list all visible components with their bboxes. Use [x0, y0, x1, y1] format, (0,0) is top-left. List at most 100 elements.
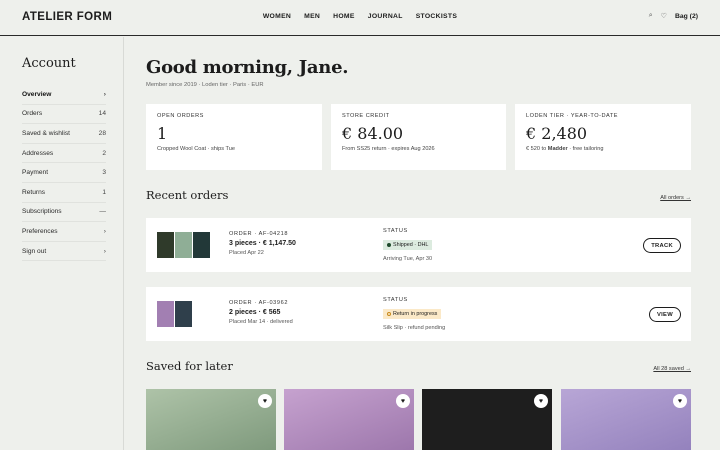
- sidebar-item-label: Preferences: [22, 227, 58, 235]
- status-badge: Return in progress: [383, 309, 442, 319]
- saved-item-tile[interactable]: ♥: [146, 389, 276, 450]
- track-button[interactable]: TRACK: [643, 238, 681, 253]
- sidebar-item-returns[interactable]: Returns 1: [22, 183, 106, 203]
- chevron-right-icon: ›: [103, 247, 106, 255]
- order-status: STATUS Return in progress Silk Slip · re…: [383, 297, 445, 331]
- nav-home[interactable]: HOME: [333, 13, 355, 20]
- order-summary: 3 pieces · € 1,147.50: [229, 240, 296, 247]
- sidebar-item-label: Overview: [22, 90, 52, 98]
- sidebar-item-addresses[interactable]: Addresses 2: [22, 144, 106, 164]
- status-label: STATUS: [383, 297, 408, 303]
- sidebar-item-label: Subscriptions: [22, 208, 62, 216]
- sidebar-item-label: Payment: [22, 169, 49, 177]
- search-icon[interactable]: ⌕: [649, 12, 653, 20]
- product-thumbnail: [175, 301, 192, 327]
- note-text: € 520 to: [526, 146, 548, 152]
- nav-stockists[interactable]: STOCKISTS: [416, 13, 457, 20]
- all-saved-link[interactable]: All 28 saved →: [653, 366, 691, 372]
- header-actions: ⌕ ♡ Bag (2): [649, 12, 698, 20]
- sidebar-item-count: 2: [102, 149, 106, 157]
- bag-link[interactable]: Bag (2): [675, 13, 698, 20]
- status-badge: Shipped · DHL: [383, 240, 433, 250]
- stat-value: 1: [157, 124, 168, 143]
- order-date: Placed Apr 22: [229, 250, 264, 256]
- order-summary: 2 pieces · € 565: [229, 309, 281, 316]
- sidebar-item-label: Returns: [22, 188, 46, 196]
- sidebar-item-orders[interactable]: Orders 14: [22, 105, 106, 125]
- sidebar-item-label: Orders: [22, 110, 43, 118]
- status-dot-icon: [387, 312, 391, 316]
- stat-label: STORE CREDIT: [342, 113, 390, 119]
- order-thumbnails[interactable]: [157, 301, 192, 327]
- nav-women[interactable]: WOMEN: [263, 13, 291, 20]
- heart-icon[interactable]: ♥: [258, 394, 272, 408]
- order-date: Placed Mar 14 · delivered: [229, 319, 293, 325]
- product-thumbnail: [175, 232, 192, 258]
- order-id: ORDER · AF-04218: [229, 231, 289, 237]
- sidebar-item-preferences[interactable]: Preferences ›: [22, 222, 106, 242]
- sidebar-item-label: Addresses: [22, 149, 54, 157]
- chevron-right-icon: ›: [103, 90, 106, 98]
- stat-value: € 84.00: [342, 124, 404, 143]
- stat-note: Cropped Wool Coat · ships Tue: [157, 146, 235, 152]
- status-note: Silk Slip · refund pending: [383, 325, 446, 331]
- sidebar-item-subscriptions[interactable]: Subscriptions —: [22, 203, 106, 223]
- sidebar-item-count: 14: [98, 110, 106, 118]
- loden-tier-card[interactable]: LODEN TIER · YEAR-TO-DATE € 2,480 € 520 …: [515, 104, 691, 170]
- badge-text: Shipped · DHL: [393, 242, 429, 248]
- heart-icon[interactable]: ♡: [661, 12, 667, 20]
- main-nav: WOMEN MEN HOME JOURNAL STOCKISTS: [0, 13, 720, 20]
- recent-orders-heading: Recent orders: [146, 188, 229, 202]
- stat-value: € 2,480: [526, 124, 588, 143]
- sidebar-item-label: Sign out: [22, 247, 47, 255]
- sidebar-item-saved[interactable]: Saved & wishlist 28: [22, 124, 106, 144]
- sidebar-item-count: 3: [102, 169, 106, 177]
- order-thumbnails[interactable]: [157, 232, 210, 258]
- order-id: ORDER · AF-03962: [229, 300, 289, 306]
- store-credit-card[interactable]: STORE CREDIT € 84.00 From SS25 return · …: [331, 104, 506, 170]
- order-card: ORDER · AF-03962 2 pieces · € 565 Placed…: [146, 287, 691, 341]
- saved-item-tile[interactable]: ♥: [561, 389, 691, 450]
- sidebar-item-sign-out[interactable]: Sign out ›: [22, 242, 106, 262]
- status-note: Arriving Tue, Apr 30: [383, 256, 433, 262]
- saved-heading: Saved for later: [146, 359, 233, 373]
- heart-icon[interactable]: ♥: [396, 394, 410, 408]
- heart-icon[interactable]: ♥: [534, 394, 548, 408]
- open-orders-card[interactable]: OPEN ORDERS 1 Cropped Wool Coat · ships …: [146, 104, 322, 170]
- stat-label: LODEN TIER · YEAR-TO-DATE: [526, 113, 618, 119]
- saved-item-tile[interactable]: ♥: [422, 389, 552, 450]
- heart-icon[interactable]: ♥: [673, 394, 687, 408]
- sidebar-item-count: —: [99, 208, 106, 216]
- page-title: Good morning, Jane.: [146, 57, 349, 78]
- sidebar-item-count: 28: [98, 129, 106, 137]
- view-button[interactable]: VIEW: [648, 307, 681, 322]
- next-tier-name: Madder: [547, 146, 568, 152]
- note-text: · free tailoring: [567, 146, 604, 152]
- status-dot-icon: [387, 243, 391, 247]
- stat-label: OPEN ORDERS: [157, 113, 204, 119]
- top-navigation-bar: ATELIER FORM WOMEN MEN HOME JOURNAL STOC…: [0, 0, 720, 36]
- stat-note: From SS25 return · expires Aug 2026: [342, 146, 435, 152]
- all-orders-link[interactable]: All orders →: [660, 195, 691, 201]
- order-info: ORDER · AF-04218 3 pieces · € 1,147.50 P…: [229, 231, 296, 256]
- order-status: STATUS Shipped · DHL Arriving Tue, Apr 3…: [383, 228, 433, 262]
- badge-text: Return in progress: [393, 311, 438, 317]
- product-thumbnail: [157, 301, 174, 327]
- order-card: ORDER · AF-04218 3 pieces · € 1,147.50 P…: [146, 218, 691, 272]
- product-thumbnail: [157, 232, 174, 258]
- sidebar-menu: Overview › Orders 14 Saved & wishlist 28 Ad…: [22, 85, 106, 262]
- nav-men[interactable]: MEN: [304, 13, 320, 20]
- member-info: Member since 2019 · Loden tier · Paris ·…: [146, 82, 264, 88]
- sidebar-item-label: Saved & wishlist: [22, 129, 71, 137]
- saved-item-tile[interactable]: ♥: [284, 389, 414, 450]
- product-thumbnail: [193, 232, 210, 258]
- sidebar-item-count: 1: [102, 188, 106, 196]
- sidebar-item-payment[interactable]: Payment 3: [22, 163, 106, 183]
- chevron-right-icon: ›: [103, 227, 106, 235]
- status-label: STATUS: [383, 228, 408, 234]
- order-info: ORDER · AF-03962 2 pieces · € 565 Placed…: [229, 300, 293, 325]
- sidebar-item-overview[interactable]: Overview ›: [22, 85, 106, 105]
- nav-journal[interactable]: JOURNAL: [368, 13, 403, 20]
- sidebar-title: Account: [22, 56, 76, 71]
- stat-note: € 520 to Madder · free tailoring: [526, 146, 680, 152]
